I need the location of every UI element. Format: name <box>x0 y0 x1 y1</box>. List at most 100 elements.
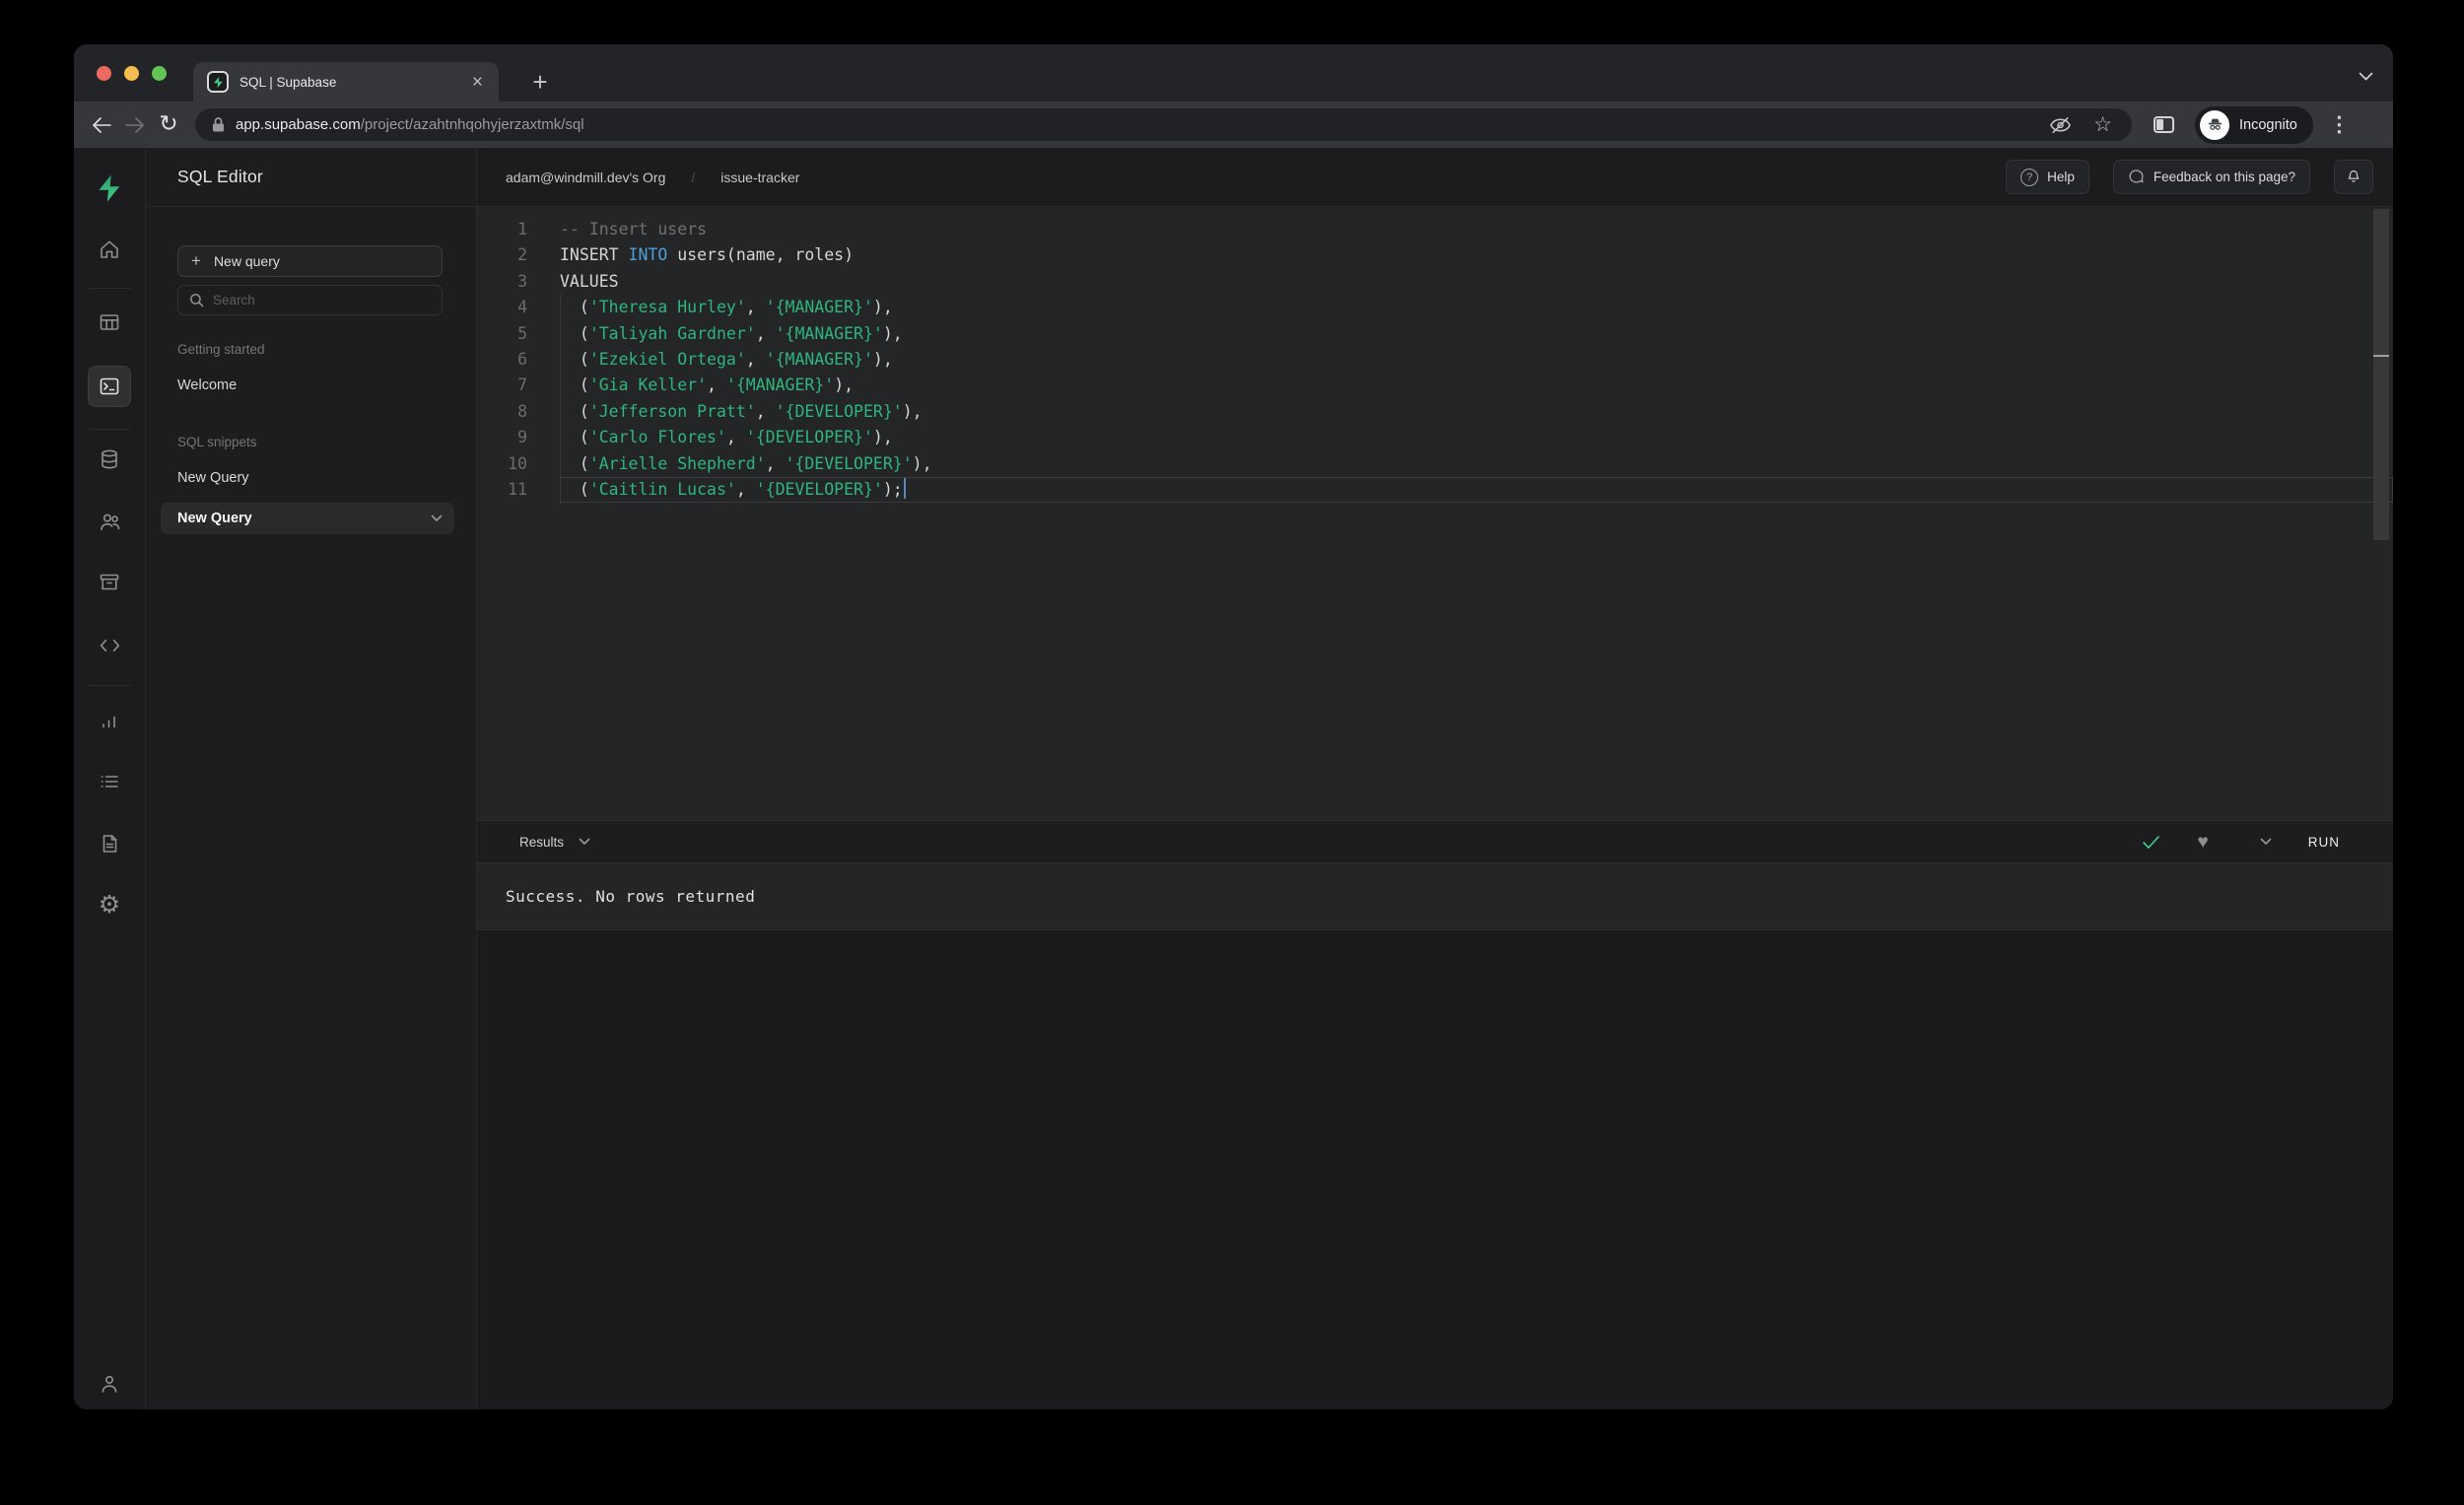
zoom-window-button[interactable] <box>152 66 167 81</box>
code-token: users(name, roles) <box>667 245 855 265</box>
lock-icon <box>213 117 224 132</box>
account-button[interactable] <box>88 1364 131 1403</box>
forward-icon[interactable] <box>118 116 152 134</box>
code-token: '{DEVELOPER}' <box>785 453 913 473</box>
code-token: 'Carlo Flores' <box>588 428 726 447</box>
breadcrumb-org[interactable]: adam@windmill.dev's Org <box>506 170 665 185</box>
code-area[interactable]: -- Insert users INSERT INTO users(name, r… <box>560 207 2393 820</box>
results-dropdown-label[interactable]: Results <box>519 835 564 850</box>
code-token: ), <box>872 298 893 317</box>
breadcrumb-separator: / <box>691 169 696 185</box>
sidebar-item-new-query-selected[interactable]: New Query <box>161 503 454 534</box>
run-button[interactable]: RUN <box>2308 835 2340 850</box>
supabase-logo[interactable] <box>88 169 131 208</box>
feedback-button-label: Feedback on this page? <box>2153 170 2295 184</box>
back-icon[interactable] <box>85 116 118 134</box>
code-line: ('Taliyah Gardner', '{MANAGER}'), <box>560 321 2393 347</box>
line-number: 5 <box>517 323 527 343</box>
code-line: ('Arielle Shepherd', '{DEVELOPER}'), <box>560 451 2393 477</box>
code-token: 'Caitlin Lucas' <box>588 479 736 499</box>
breadcrumb-project[interactable]: issue-tracker <box>720 170 799 185</box>
notifications-button[interactable] <box>2334 160 2373 194</box>
browser-tab-active[interactable]: SQL | Supabase × <box>193 62 499 102</box>
new-query-button-label: New query <box>213 253 280 269</box>
code-line: VALUES <box>560 269 2393 295</box>
rail-divider <box>88 288 131 289</box>
incognito-badge: Incognito <box>2195 105 2313 144</box>
search-input[interactable] <box>213 293 361 308</box>
code-token: ( <box>560 376 589 395</box>
feedback-button[interactable]: Feedback on this page? <box>2112 160 2310 194</box>
code-token: INTO <box>628 245 668 265</box>
run-options-chevron-icon[interactable] <box>2260 833 2272 851</box>
code-line: ('Gia Keller', '{MANAGER}'), <box>560 373 2393 398</box>
code-token: 'Ezekiel Ortega' <box>588 349 746 369</box>
text-cursor <box>903 477 907 499</box>
code-token: '{DEVELOPER}' <box>755 479 883 499</box>
line-number: 7 <box>517 376 527 395</box>
code-line: ('Carlo Flores', '{DEVELOPER}'), <box>560 425 2393 450</box>
reload-icon[interactable]: ↻ <box>152 112 185 135</box>
chevron-down-icon[interactable] <box>431 510 443 527</box>
side-panel-icon[interactable] <box>2154 116 2174 133</box>
code-line: -- Insert users <box>560 217 2393 242</box>
plus-icon: + <box>191 251 201 270</box>
results-chevron-icon[interactable] <box>579 833 590 851</box>
success-message: Success. No rows returned <box>506 887 756 906</box>
code-token: '{MANAGER}' <box>775 323 883 343</box>
section-label-sql-snippets: SQL snippets <box>177 435 257 449</box>
code-token: ( <box>560 349 589 369</box>
new-tab-button[interactable]: + <box>522 64 558 100</box>
address-bar[interactable]: app.supabase.com/project/azahtnhqohyjerz… <box>195 108 2132 141</box>
sidebar-item-database[interactable] <box>88 440 131 479</box>
code-token: , <box>755 401 776 421</box>
bookmark-star-icon[interactable]: ☆ <box>2093 114 2112 135</box>
favorite-heart-icon[interactable]: ♥ <box>2197 833 2208 852</box>
tab-search-chevron-icon[interactable] <box>2359 68 2373 86</box>
sidebar-item-authentication[interactable] <box>88 502 131 541</box>
minimize-window-button[interactable] <box>124 66 139 81</box>
code-token: '{DEVELOPER}' <box>745 428 873 447</box>
sql-code-editor[interactable]: 1 2 3 4 5 6 7 8 9 10 11 -- Insert users INSERT INTO… <box>477 207 2393 820</box>
sidebar-item-sql-editor[interactable] <box>88 366 131 407</box>
supabase-app: ⚙ SQL Editor + New query Getting starte <box>74 148 2393 1409</box>
close-window-button[interactable] <box>97 66 111 81</box>
sidebar-item-welcome[interactable]: Welcome <box>177 377 443 393</box>
code-token: ), <box>872 349 893 369</box>
code-token: , <box>765 453 786 473</box>
code-token: 'Taliyah Gardner' <box>588 323 756 343</box>
line-number: 8 <box>517 401 527 421</box>
code-token: '{MANAGER}' <box>765 298 873 317</box>
main-header: adam@windmill.dev's Org / issue-tracker … <box>477 148 2393 207</box>
code-token: 'Jefferson Pratt' <box>588 401 756 421</box>
new-query-button[interactable]: + New query <box>177 245 443 277</box>
line-number: 10 <box>508 453 527 473</box>
editor-scrollbar[interactable] <box>2373 209 2389 540</box>
code-token: , <box>755 323 776 343</box>
help-button[interactable]: ? Help <box>2006 160 2089 194</box>
browser-toolbar: ↻ app.supabase.com/project/azahtnhqohyje… <box>74 102 2393 148</box>
code-token: '{DEVELOPER}' <box>775 401 903 421</box>
search-icon <box>190 294 204 308</box>
sidebar-item-edge-functions[interactable] <box>88 626 131 665</box>
sidebar-item-logs[interactable] <box>88 762 131 801</box>
code-token: 'Theresa Hurley' <box>588 298 746 317</box>
main-content: adam@windmill.dev's Org / issue-tracker … <box>477 148 2393 1409</box>
sidebar-item-storage[interactable] <box>88 563 131 602</box>
sidebar-item-reports[interactable] <box>88 701 131 740</box>
code-token: '{MANAGER}' <box>765 349 873 369</box>
code-token: ( <box>560 323 589 343</box>
sidebar-item-home[interactable] <box>88 230 131 269</box>
sidebar-item-table-editor[interactable] <box>88 303 131 342</box>
sidebar-item-new-query[interactable]: New Query <box>177 470 443 486</box>
eye-off-icon[interactable] <box>2049 115 2072 135</box>
browser-menu-icon[interactable]: ⋮ <box>2329 112 2350 137</box>
incognito-icon <box>2200 109 2229 140</box>
code-token: , <box>745 298 766 317</box>
sidebar-item-settings[interactable]: ⚙ <box>88 885 131 924</box>
search-box[interactable] <box>177 285 443 315</box>
code-line: ('Jefferson Pratt', '{DEVELOPER}'), <box>560 399 2393 425</box>
sidebar-item-api-docs[interactable] <box>88 824 131 863</box>
tab-close-icon[interactable]: × <box>470 73 485 92</box>
line-number: 3 <box>517 271 527 291</box>
